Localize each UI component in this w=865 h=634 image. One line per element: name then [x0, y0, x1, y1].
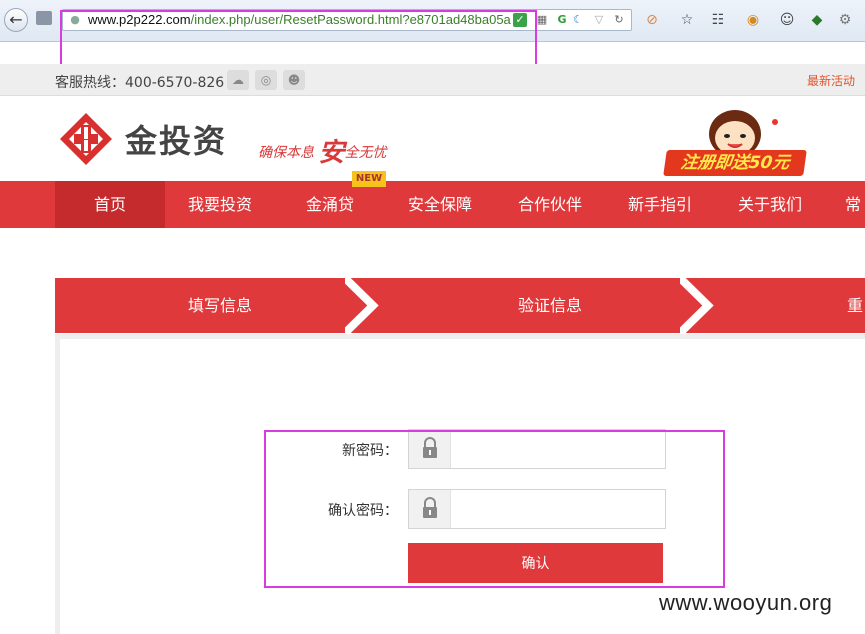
reading-list-icon[interactable]: ☷ — [709, 11, 727, 29]
slogan-big: 安 — [318, 138, 345, 168]
leaf-icon[interactable]: ◆ — [808, 11, 826, 29]
nav-item-faq[interactable]: 常 — [845, 181, 865, 228]
crescent-icon[interactable]: ☾ — [571, 13, 585, 27]
customer-hotline: 客服热线：400-6570-826 — [55, 75, 225, 91]
nav-item-about[interactable]: 关于我们 — [715, 181, 825, 228]
extension-icon[interactable]: ◉ — [744, 11, 762, 29]
logo-icon[interactable] — [60, 113, 112, 165]
nav-item-jinyongdai[interactable]: 金涌贷 — [275, 181, 385, 228]
wechat-icon[interactable]: ☁ — [227, 70, 249, 90]
weibo-icon[interactable]: ◎ — [255, 70, 277, 90]
step-fill-info: 填写信息 — [187, 296, 252, 315]
step-chevron-icon — [680, 278, 714, 333]
back-icon[interactable]: ← — [4, 8, 28, 32]
form-highlight-box — [264, 430, 725, 588]
top-info-strip: 客服热线：400-6570-826 ☁ ◎ ☻ 最新活动 — [0, 64, 865, 96]
register-bonus-banner[interactable]: 注册即送50元 — [663, 150, 807, 176]
qr-icon[interactable]: ▦ — [535, 13, 549, 27]
slogan-post: 全无忧 — [344, 145, 387, 161]
nav-item-home[interactable]: 首页 — [55, 181, 165, 228]
step-chevron-icon — [345, 278, 379, 333]
slogan-pre: 确保本息 — [258, 145, 314, 161]
star-icon[interactable]: ☆ — [678, 11, 696, 29]
nav-item-guide[interactable]: 新手指引 — [605, 181, 715, 228]
step-verify-info: 验证信息 — [517, 296, 582, 315]
palette-icon[interactable]: ☺ — [778, 11, 796, 29]
url-highlight-box — [60, 10, 537, 70]
step-progress-bar: 填写信息 验证信息 重 — [55, 278, 865, 333]
latest-activity-link[interactable]: 最新活动 — [807, 72, 855, 89]
logo-text[interactable]: 金投资 — [125, 116, 227, 162]
nav-item-invest[interactable]: 我要投资 — [165, 181, 275, 228]
main-nav: 首页 我要投资 金涌贷 安全保障 合作伙伴 新手指引 关于我们 常 — [0, 181, 865, 228]
refresh-icon[interactable]: ↻ — [612, 13, 626, 27]
step-reset: 重 — [847, 296, 864, 315]
dropdown-icon[interactable]: ▽ — [592, 13, 606, 27]
block-icon[interactable]: ⊘ — [643, 11, 661, 29]
page-icon — [36, 11, 52, 25]
g-icon[interactable]: G — [555, 13, 569, 27]
slogan: 确保本息 安全无忧 — [258, 132, 386, 169]
new-badge: NEW — [352, 171, 386, 187]
nav-item-security[interactable]: 安全保障 — [385, 181, 495, 228]
user-service-icon[interactable]: ☻ — [283, 70, 305, 90]
gear-icon[interactable]: ⚙ — [836, 11, 854, 29]
nav-item-partners[interactable]: 合作伙伴 — [495, 181, 605, 228]
watermark: www.wooyun.org — [659, 590, 833, 615]
